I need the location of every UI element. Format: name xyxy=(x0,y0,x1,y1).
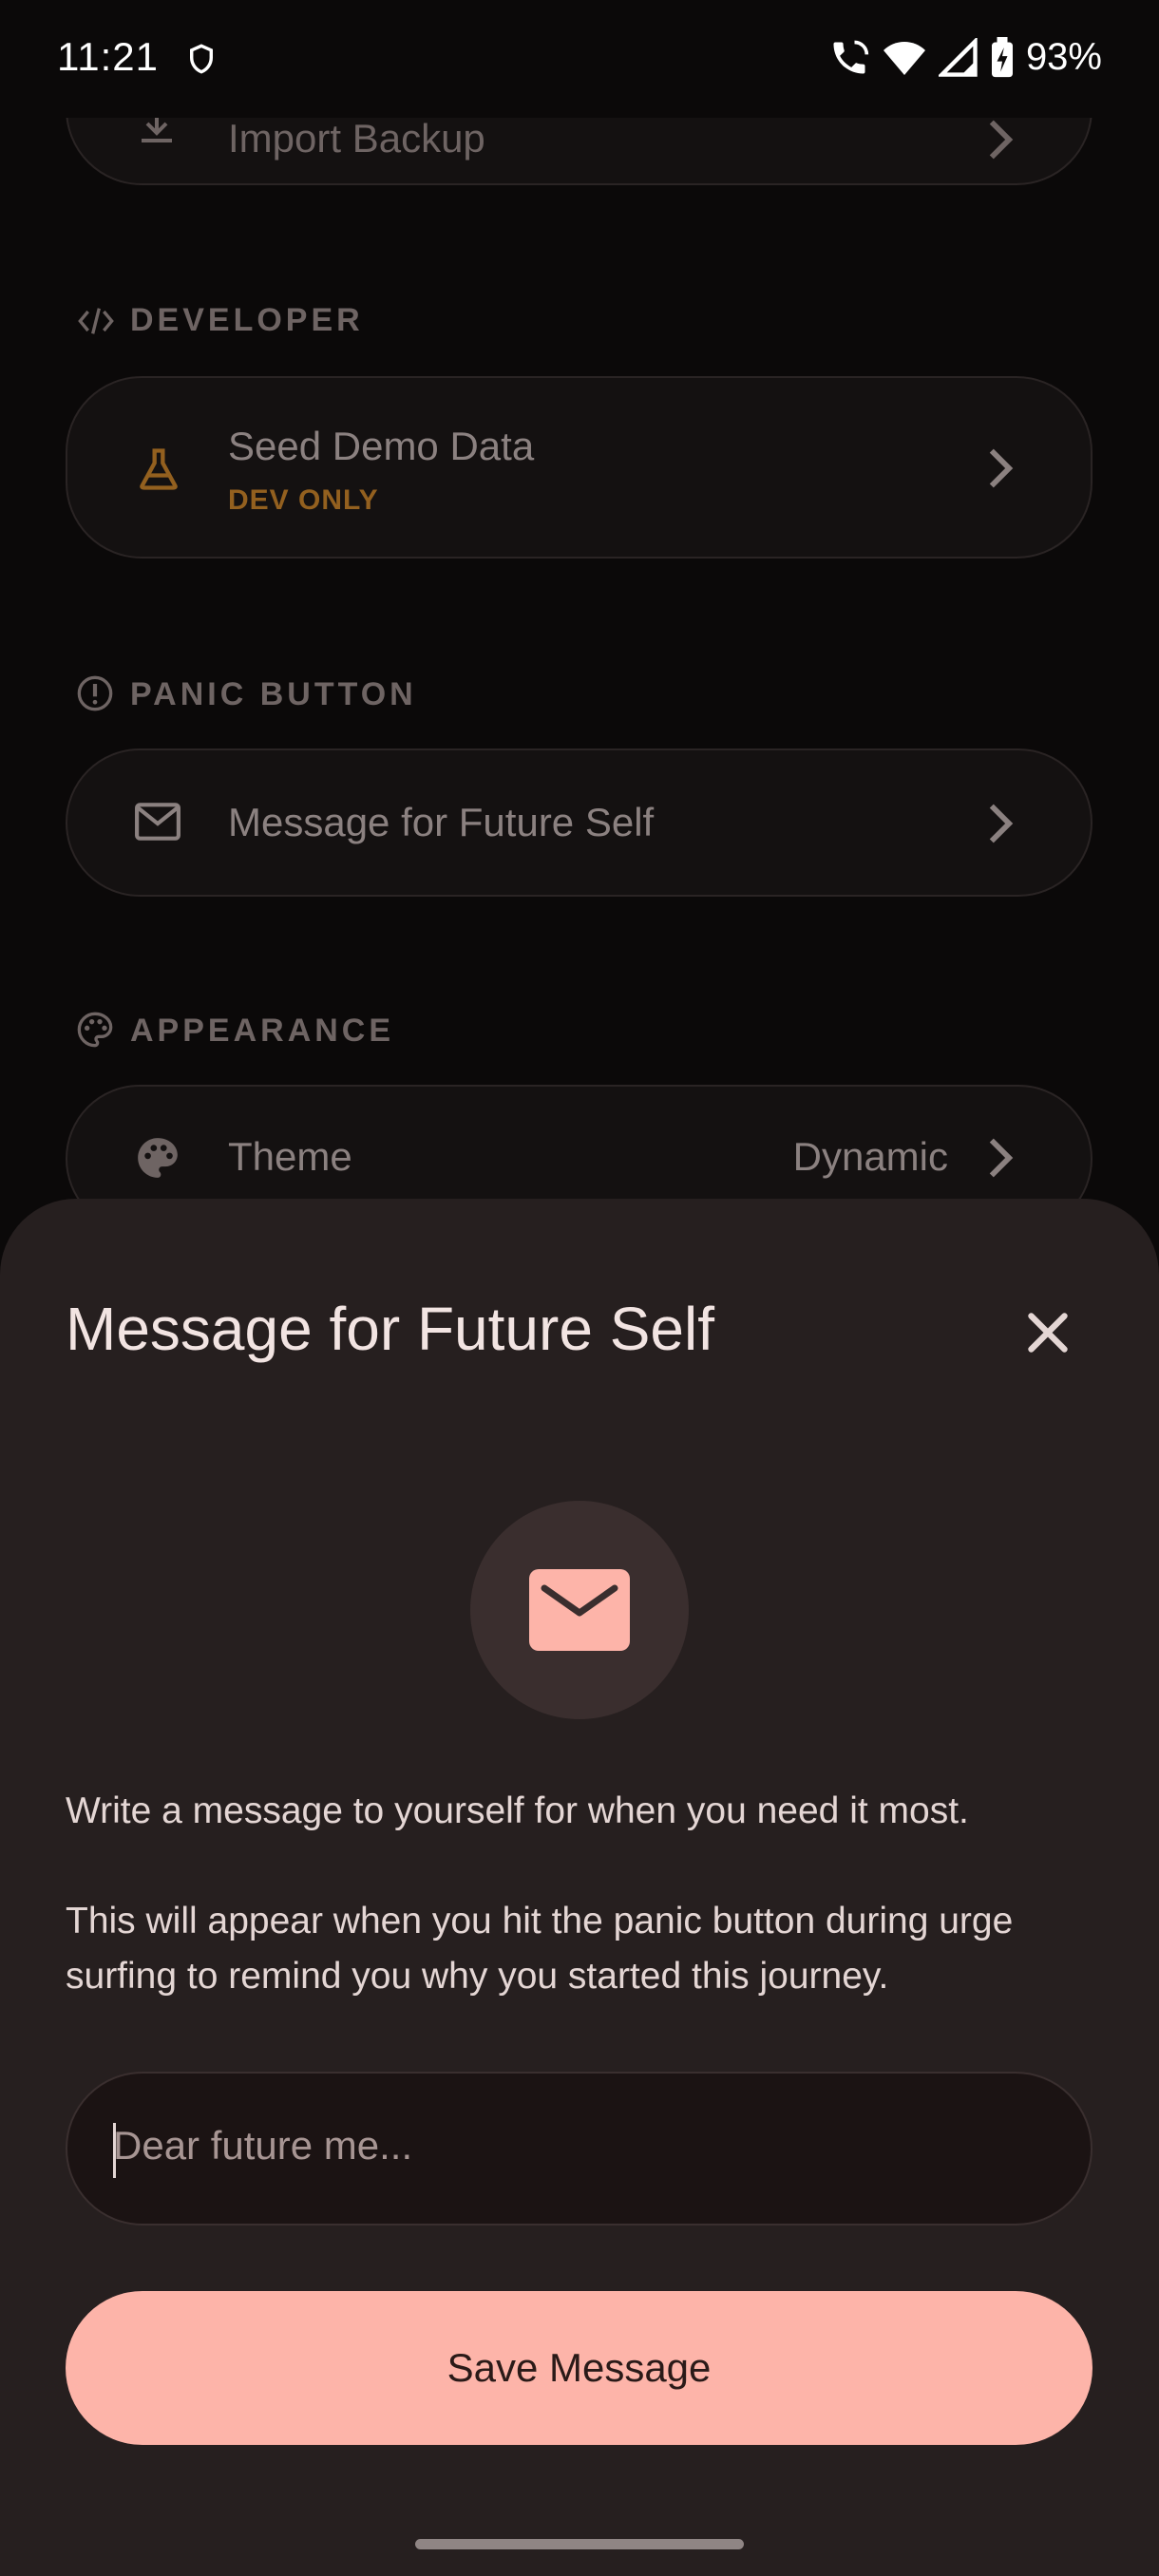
wifi-icon xyxy=(883,41,925,75)
settings-list: Import Backup DEVELOPER Seed Demo Data D… xyxy=(0,0,1159,1235)
wifi-calling-icon xyxy=(833,40,869,73)
mail-icon xyxy=(135,803,180,841)
panic-section-label: PANIC BUTTON xyxy=(130,676,417,712)
status-time: 11:21 xyxy=(57,34,159,79)
sheet-title: Message for Future Self xyxy=(66,1295,714,1363)
chevron-right-icon xyxy=(989,804,1014,843)
input-placeholder: Dear future me... xyxy=(113,2123,413,2168)
mail-icon xyxy=(529,1569,630,1651)
bottom-sheet: Message for Future Self Write a message … xyxy=(0,1199,1159,2576)
signal-icon xyxy=(938,37,978,77)
battery-charging-icon xyxy=(991,36,1013,77)
message-future-self-label: Message for Future Self xyxy=(228,800,655,844)
save-message-label: Save Message xyxy=(446,2345,712,2390)
import-backup-label: Import Backup xyxy=(228,116,485,161)
theme-label: Theme xyxy=(228,1134,352,1179)
shield-icon xyxy=(190,44,213,74)
hero-icon-circle xyxy=(470,1501,689,1719)
close-icon[interactable] xyxy=(1015,1299,1081,1366)
sheet-description-secondary: This will appear when you hit the panic … xyxy=(66,1901,1014,1997)
save-message-button[interactable]: Save Message xyxy=(66,2291,1092,2445)
sheet-description-primary: Write a message to yourself for when you… xyxy=(66,1790,969,1831)
seed-demo-data-title: Seed Demo Data xyxy=(228,424,535,468)
palette-icon xyxy=(77,1012,113,1048)
seed-demo-data-row[interactable]: Seed Demo Data DEV ONLY xyxy=(66,376,1092,559)
future-message-input[interactable]: Dear future me... xyxy=(66,2072,1092,2226)
code-icon xyxy=(78,308,114,334)
developer-section-label: DEVELOPER xyxy=(130,302,364,338)
chevron-right-icon xyxy=(989,448,1014,488)
palette-icon xyxy=(138,1138,178,1178)
flask-icon xyxy=(140,448,178,490)
dev-only-label: DEV ONLY xyxy=(228,484,379,516)
appearance-section-label: APPEARANCE xyxy=(130,1013,395,1049)
alert-circle-icon xyxy=(77,675,113,711)
theme-value: Dynamic xyxy=(792,1134,948,1179)
home-indicator[interactable] xyxy=(415,2539,744,2549)
status-icons: 93% xyxy=(828,36,1102,79)
screen: 11:21 93% Import Backup DEVELOPER Seed D… xyxy=(0,0,1159,2576)
chevron-right-icon xyxy=(989,1138,1014,1178)
text-caret xyxy=(113,2123,116,2178)
message-future-self-row[interactable]: Message for Future Self xyxy=(66,748,1092,897)
chevron-right-icon xyxy=(989,120,1014,160)
battery-percentage: 93% xyxy=(1025,36,1102,78)
status-bar: 11:21 93% xyxy=(0,0,1159,118)
